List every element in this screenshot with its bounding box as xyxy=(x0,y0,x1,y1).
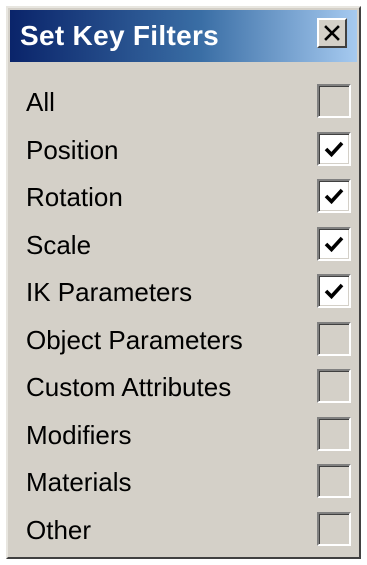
filter-label-all: All xyxy=(26,87,55,117)
filter-label-materials: Materials xyxy=(26,467,132,497)
close-icon xyxy=(324,25,340,41)
filter-row-materials[interactable]: Materials xyxy=(8,460,359,508)
checkmark-icon xyxy=(324,188,344,205)
filter-row-ik-parameters[interactable]: IK Parameters xyxy=(8,270,359,318)
filter-label-other: Other xyxy=(26,514,92,545)
filter-row-custom-attributes[interactable]: Custom Attributes xyxy=(8,365,359,413)
filter-label-custom-attributes: Custom Attributes xyxy=(26,372,232,402)
checkbox-rotation[interactable] xyxy=(317,179,351,213)
checkbox-custom-attributes[interactable] xyxy=(317,369,351,403)
checkbox-materials[interactable] xyxy=(317,464,351,498)
filter-row-other[interactable]: Other xyxy=(8,508,359,556)
filter-label-ik-parameters: IK Parameters xyxy=(26,277,193,307)
filter-list: All Position Rotation Scale IK Parameter… xyxy=(8,80,359,555)
filter-row-position[interactable]: Position xyxy=(8,128,359,176)
dialog-title: Set Key Filters xyxy=(20,20,220,51)
checkbox-scale[interactable] xyxy=(317,226,351,261)
checkbox-position[interactable] xyxy=(317,131,351,166)
filter-label-object-parameters: Object Parameters xyxy=(26,324,243,355)
filter-label-position: Position xyxy=(26,134,119,165)
filter-row-modifiers[interactable]: Modifiers xyxy=(8,413,359,461)
filter-row-all[interactable]: All xyxy=(8,80,359,128)
checkbox-all[interactable] xyxy=(317,84,351,118)
checkmark-icon xyxy=(324,141,344,157)
filter-label-modifiers: Modifiers xyxy=(26,419,132,450)
filter-row-scale[interactable]: Scale xyxy=(8,223,359,271)
checkbox-other[interactable] xyxy=(317,511,351,546)
filter-label-rotation: Rotation xyxy=(26,182,123,212)
checkmark-icon xyxy=(324,283,344,300)
filter-row-object-parameters[interactable]: Object Parameters xyxy=(8,318,359,366)
checkbox-object-parameters[interactable] xyxy=(317,321,351,356)
filter-label-scale: Scale xyxy=(26,229,92,260)
checkmark-icon xyxy=(324,236,344,252)
title-bar[interactable]: Set Key Filters xyxy=(10,10,357,62)
checkbox-ik-parameters[interactable] xyxy=(317,274,351,308)
set-key-filters-dialog: Set Key Filters All Position Rotation Sc… xyxy=(6,6,361,559)
close-button[interactable] xyxy=(317,18,347,48)
filter-row-rotation[interactable]: Rotation xyxy=(8,175,359,223)
checkbox-modifiers[interactable] xyxy=(317,416,351,451)
